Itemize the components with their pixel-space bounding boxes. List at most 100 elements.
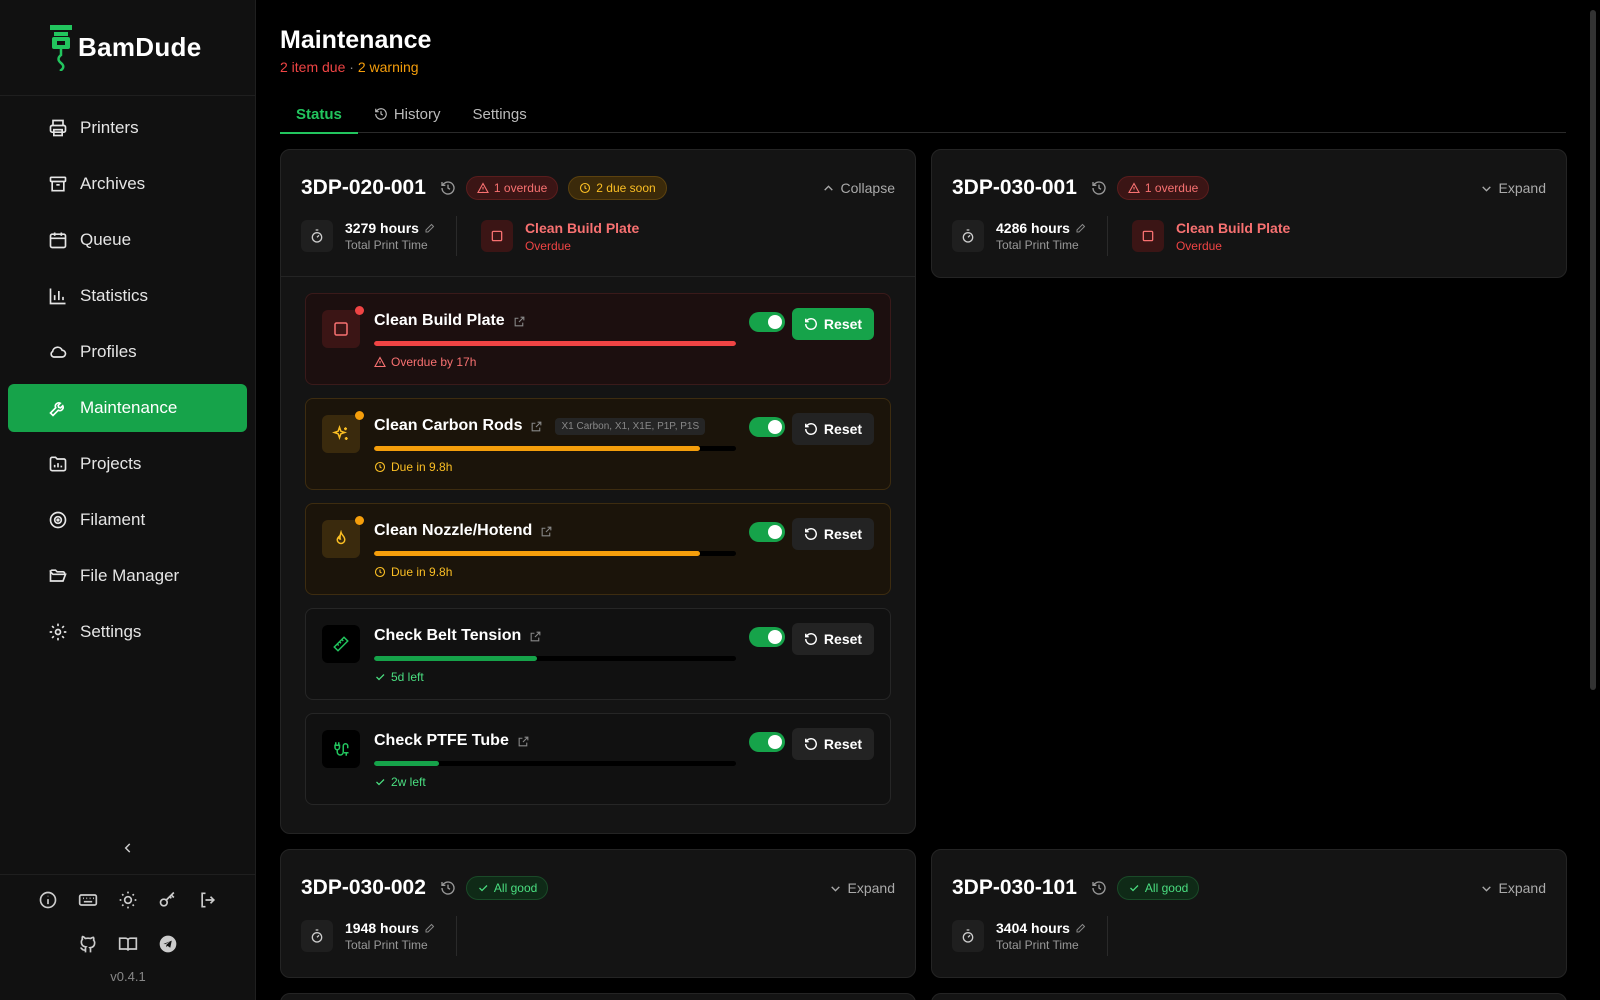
flame-icon [322, 516, 364, 558]
info-icon[interactable] [37, 889, 59, 911]
stopwatch-icon [301, 220, 333, 252]
book-icon[interactable] [117, 933, 139, 955]
keyboard-icon[interactable] [77, 889, 99, 911]
reset-button[interactable]: Reset [792, 413, 874, 445]
brand-name: BamDude [78, 32, 202, 62]
reset-button[interactable]: Reset [792, 728, 874, 760]
task-enabled-toggle[interactable] [749, 732, 785, 752]
expand-label: Expand [1498, 180, 1546, 196]
all-good-badge: All good [465, 876, 549, 900]
brand[interactable]: BamDude [0, 0, 255, 96]
clock-icon [374, 566, 386, 578]
sidebar-item-statistics[interactable]: Statistics [8, 272, 247, 320]
sidebar-item-profiles[interactable]: Profiles [8, 328, 247, 376]
overdue-badge: 1 overdue [465, 176, 559, 200]
sidebar-item-queue[interactable]: Queue [8, 216, 247, 264]
task-progress-fill [374, 446, 700, 451]
cloud-icon [48, 342, 68, 362]
telegram-icon[interactable] [157, 933, 179, 955]
task-progress-bar [374, 341, 736, 346]
badge-text: All good [493, 881, 538, 895]
expand-button[interactable]: Expand [829, 880, 895, 896]
reset-button[interactable]: Reset [792, 623, 874, 655]
expand-button[interactable]: Expand [1480, 880, 1546, 896]
reset-label: Reset [823, 421, 863, 437]
edit-icon[interactable] [424, 922, 436, 934]
history-icon[interactable] [1091, 880, 1107, 896]
bar-chart-icon [48, 286, 68, 306]
check-icon [478, 885, 488, 892]
edit-icon[interactable] [1075, 222, 1087, 234]
github-icon[interactable] [77, 933, 99, 955]
task-name: Clean Build Plate [374, 312, 505, 329]
list-item: Clean Build Plate Overdue by 17h Reset [305, 293, 891, 385]
sidebar-item-maintenance[interactable]: Maintenance [8, 384, 247, 432]
sidebar-item-label: Archives [80, 174, 146, 193]
print-hours-label: Total Print Time [996, 938, 1079, 952]
badge-text: 1 overdue [493, 181, 548, 195]
check-icon [376, 779, 385, 786]
expand-button[interactable]: Expand [1480, 180, 1546, 196]
print-hours: 3279 hours [345, 220, 419, 236]
logout-icon[interactable] [197, 889, 219, 911]
task-name: Clean Nozzle/Hotend [374, 522, 533, 539]
external-link-icon[interactable] [513, 315, 526, 328]
clock-icon [374, 461, 386, 473]
printer-card [931, 993, 1567, 1000]
sidebar: BamDude Printers Archives Queue Statisti… [0, 0, 256, 1000]
next-task-status: Overdue [1175, 238, 1222, 253]
reset-button[interactable]: Reset [792, 308, 874, 340]
printer-card: 3DP-030-002 All good Expand 1948 hours T… [280, 849, 916, 978]
expand-label: Expand [1498, 880, 1546, 896]
reset-icon [804, 318, 817, 330]
reset-button[interactable]: Reset [792, 518, 874, 550]
history-icon[interactable] [440, 880, 456, 896]
clock-icon [580, 182, 591, 194]
sidebar-item-label: Filament [80, 510, 146, 529]
expand-label: Expand [847, 880, 895, 896]
sidebar-item-label: Projects [80, 454, 142, 473]
history-icon[interactable] [1091, 180, 1107, 196]
task-enabled-toggle[interactable] [749, 627, 785, 647]
next-task-title: Clean Build Plate [1175, 219, 1291, 236]
badge-text: All good [1144, 881, 1189, 895]
sidebar-item-projects[interactable]: Projects [8, 440, 247, 488]
reset-icon [804, 738, 817, 750]
sidebar-item-file-manager[interactable]: File Manager [8, 552, 247, 600]
wrench-icon [48, 398, 68, 418]
page-scrollbar[interactable] [1590, 10, 1596, 690]
collapse-button[interactable]: Collapse [822, 180, 895, 196]
print-hours-label: Total Print Time [996, 238, 1079, 252]
collapse-sidebar-button[interactable] [118, 838, 138, 858]
reset-label: Reset [823, 526, 863, 542]
sun-icon[interactable] [117, 889, 139, 911]
external-link-icon[interactable] [530, 420, 543, 433]
print-hours-label: Total Print Time [345, 238, 428, 252]
list-item: Check PTFE Tube 2w left Reset [305, 713, 891, 805]
tab-history[interactable]: History [358, 95, 457, 133]
task-enabled-toggle[interactable] [749, 417, 785, 437]
printer-name: 3DP-030-101 [952, 876, 1077, 899]
key-icon[interactable] [157, 889, 179, 911]
chevron-left-icon [124, 843, 131, 853]
tab-status[interactable]: Status [280, 95, 358, 134]
sidebar-item-archives[interactable]: Archives [8, 160, 247, 208]
print-hours-label: Total Print Time [345, 938, 428, 952]
folder-chart-icon [48, 454, 68, 474]
reset-icon [804, 423, 817, 435]
tab-settings[interactable]: Settings [457, 95, 543, 133]
sidebar-item-printers[interactable]: Printers [8, 104, 247, 152]
reset-icon [804, 633, 817, 645]
history-icon[interactable] [440, 180, 456, 196]
edit-icon[interactable] [424, 222, 436, 234]
task-enabled-toggle[interactable] [749, 522, 785, 542]
task-enabled-toggle[interactable] [749, 312, 785, 332]
edit-icon[interactable] [1075, 922, 1087, 934]
external-link-icon[interactable] [540, 525, 553, 538]
sidebar-item-filament[interactable]: Filament [8, 496, 247, 544]
external-link-icon[interactable] [529, 630, 542, 643]
reset-label: Reset [823, 631, 863, 647]
sidebar-item-settings[interactable]: Settings [8, 608, 247, 656]
external-link-icon[interactable] [517, 735, 530, 748]
summary-separator: · [345, 59, 358, 75]
